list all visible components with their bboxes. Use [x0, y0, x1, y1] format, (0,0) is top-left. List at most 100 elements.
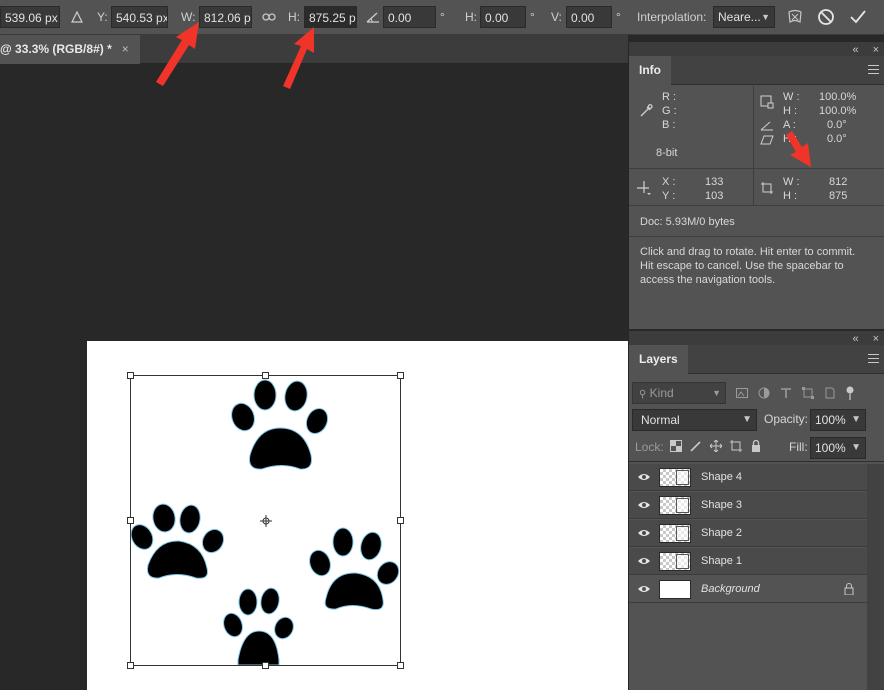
skew-v-unit: ° [616, 10, 621, 24]
lock-icon [844, 583, 854, 598]
rgb-labels: R : G : B : [662, 91, 677, 131]
panel-menu-icon[interactable] [868, 354, 879, 363]
fill-label: Fill: [789, 440, 808, 454]
rotation-unit: ° [440, 10, 445, 24]
angle-icon [364, 6, 382, 28]
type-filter-icon[interactable] [780, 387, 792, 399]
opacity-label: Opacity: [764, 412, 809, 426]
layer-row-background[interactable]: Background [629, 576, 868, 603]
skew-v-field[interactable]: 0.00 [566, 6, 612, 28]
link-icon[interactable] [260, 6, 278, 28]
opacity-field[interactable]: 100% ▼ [810, 409, 866, 431]
lock-position-icon[interactable] [710, 440, 722, 452]
layer-thumbnail [659, 551, 691, 571]
x-position-field[interactable]: 539.06 px [0, 6, 60, 28]
collapse-icon[interactable]: « [852, 44, 858, 56]
filter-toggle-icon[interactable] [846, 386, 854, 400]
lock-icons [670, 440, 762, 452]
rotation-field[interactable]: 0.00 [383, 6, 436, 28]
warp-icon[interactable] [785, 6, 805, 28]
eye-icon[interactable] [629, 472, 659, 482]
y-label: Y: [97, 10, 108, 24]
delta-icon[interactable] [68, 6, 86, 28]
layer-row-shape-3[interactable]: Shape 3 [629, 492, 868, 519]
width-field[interactable]: 812.06 px [199, 6, 252, 28]
chevron-down-icon: ▼ [761, 12, 770, 22]
lock-artboard-icon[interactable] [730, 440, 742, 452]
layer-row-shape-2[interactable]: Shape 2 [629, 520, 868, 547]
xy-values: 133 103 [705, 176, 724, 202]
doc-info: Doc: 5.93M/0 bytes [640, 216, 735, 228]
width-label: W: [181, 10, 196, 24]
fill-value: 100% [815, 441, 846, 455]
size-values: 812 875 [829, 176, 848, 202]
layer-name: Shape 4 [701, 471, 742, 483]
y-position-field[interactable]: 540.53 px [111, 6, 168, 28]
document-tab[interactable]: @ 33.3% (RGB/8#) * × [0, 35, 140, 64]
layers-tab-bar: Layers [629, 345, 884, 374]
layer-thumbnail [659, 579, 691, 599]
close-icon[interactable]: × [122, 35, 129, 64]
eye-icon[interactable] [629, 500, 659, 510]
layer-thumbnail [659, 495, 691, 515]
search-icon: ⚲ [639, 389, 647, 400]
interpolation-value: Neare... [718, 10, 761, 24]
checkmark-icon [850, 10, 866, 24]
size-labels: W : H : [783, 176, 800, 202]
chevron-down-icon: ▼ [851, 442, 861, 453]
blend-mode-value: Normal [641, 413, 680, 427]
angle-labels: A : H : [783, 119, 798, 145]
layer-name: Shape 3 [701, 499, 742, 511]
layer-name: Background [701, 583, 760, 595]
fill-field[interactable]: 100% ▼ [810, 437, 866, 459]
lock-transparent-icon[interactable] [670, 440, 682, 452]
options-bar: 539.06 px Y: 540.53 px W: 812.06 px H: 8… [0, 0, 884, 35]
shape-filter-icon[interactable] [802, 387, 814, 399]
info-panel: « × Info R : G : B : 8-bit W : H : 100.0%… [628, 42, 884, 329]
scale-labels: W : H : [783, 91, 800, 117]
collapse-icon[interactable]: « [852, 333, 858, 345]
selection-size-icon [760, 181, 774, 198]
layer-filter-icons [736, 382, 854, 404]
cancel-icon [818, 9, 834, 25]
pixel-filter-icon[interactable] [736, 388, 748, 398]
angle-values: 0.0° 0.0° [827, 119, 847, 145]
interpolation-select[interactable]: Neare... ▼ [713, 6, 775, 28]
layer-filter-kind[interactable]: ⚲ Kind ▼ [632, 382, 726, 404]
info-tab-bar: Info [629, 56, 884, 85]
scale-icon [760, 95, 774, 112]
skew-icon [760, 134, 774, 148]
close-icon[interactable]: × [873, 44, 879, 56]
eye-icon[interactable] [629, 584, 659, 594]
eye-icon[interactable] [629, 556, 659, 566]
tab-layers[interactable]: Layers [629, 345, 688, 374]
layer-row-shape-1[interactable]: Shape 1 [629, 548, 868, 575]
smart-object-filter-icon[interactable] [824, 387, 836, 399]
tab-info[interactable]: Info [629, 56, 671, 85]
lock-all-icon[interactable] [750, 440, 762, 452]
opacity-value: 100% [815, 413, 846, 427]
layer-row-shape-4[interactable]: Shape 4 [629, 464, 868, 491]
cancel-transform-button[interactable] [815, 6, 837, 28]
skew-h-field[interactable]: 0.00 [480, 6, 526, 28]
layer-thumbnail [659, 523, 691, 543]
document-canvas[interactable] [87, 341, 628, 690]
panel-menu-icon[interactable] [868, 65, 879, 74]
blend-mode-select[interactable]: Normal ▼ [632, 409, 757, 431]
close-icon[interactable]: × [873, 333, 879, 345]
document-tab-bar: @ 33.3% (RGB/8#) * × [0, 35, 628, 64]
skew-h-label: H: [465, 10, 477, 24]
layer-name: Shape 1 [701, 555, 742, 567]
scale-values: 100.0% 100.0% [819, 91, 857, 117]
eye-icon[interactable] [629, 528, 659, 538]
height-field[interactable]: 875.25 px [304, 6, 357, 28]
kind-label: Kind [649, 386, 674, 400]
eyedropper-icon [638, 103, 654, 122]
lock-pixels-icon[interactable] [690, 440, 702, 452]
tool-hint: Click and drag to rotate. Hit enter to c… [640, 246, 856, 286]
adjustment-filter-icon[interactable] [758, 387, 770, 399]
chevron-down-icon: ▼ [712, 388, 721, 398]
layers-scrollbar[interactable] [867, 464, 884, 690]
lock-label: Lock: [635, 440, 664, 454]
commit-transform-button[interactable] [847, 6, 869, 28]
